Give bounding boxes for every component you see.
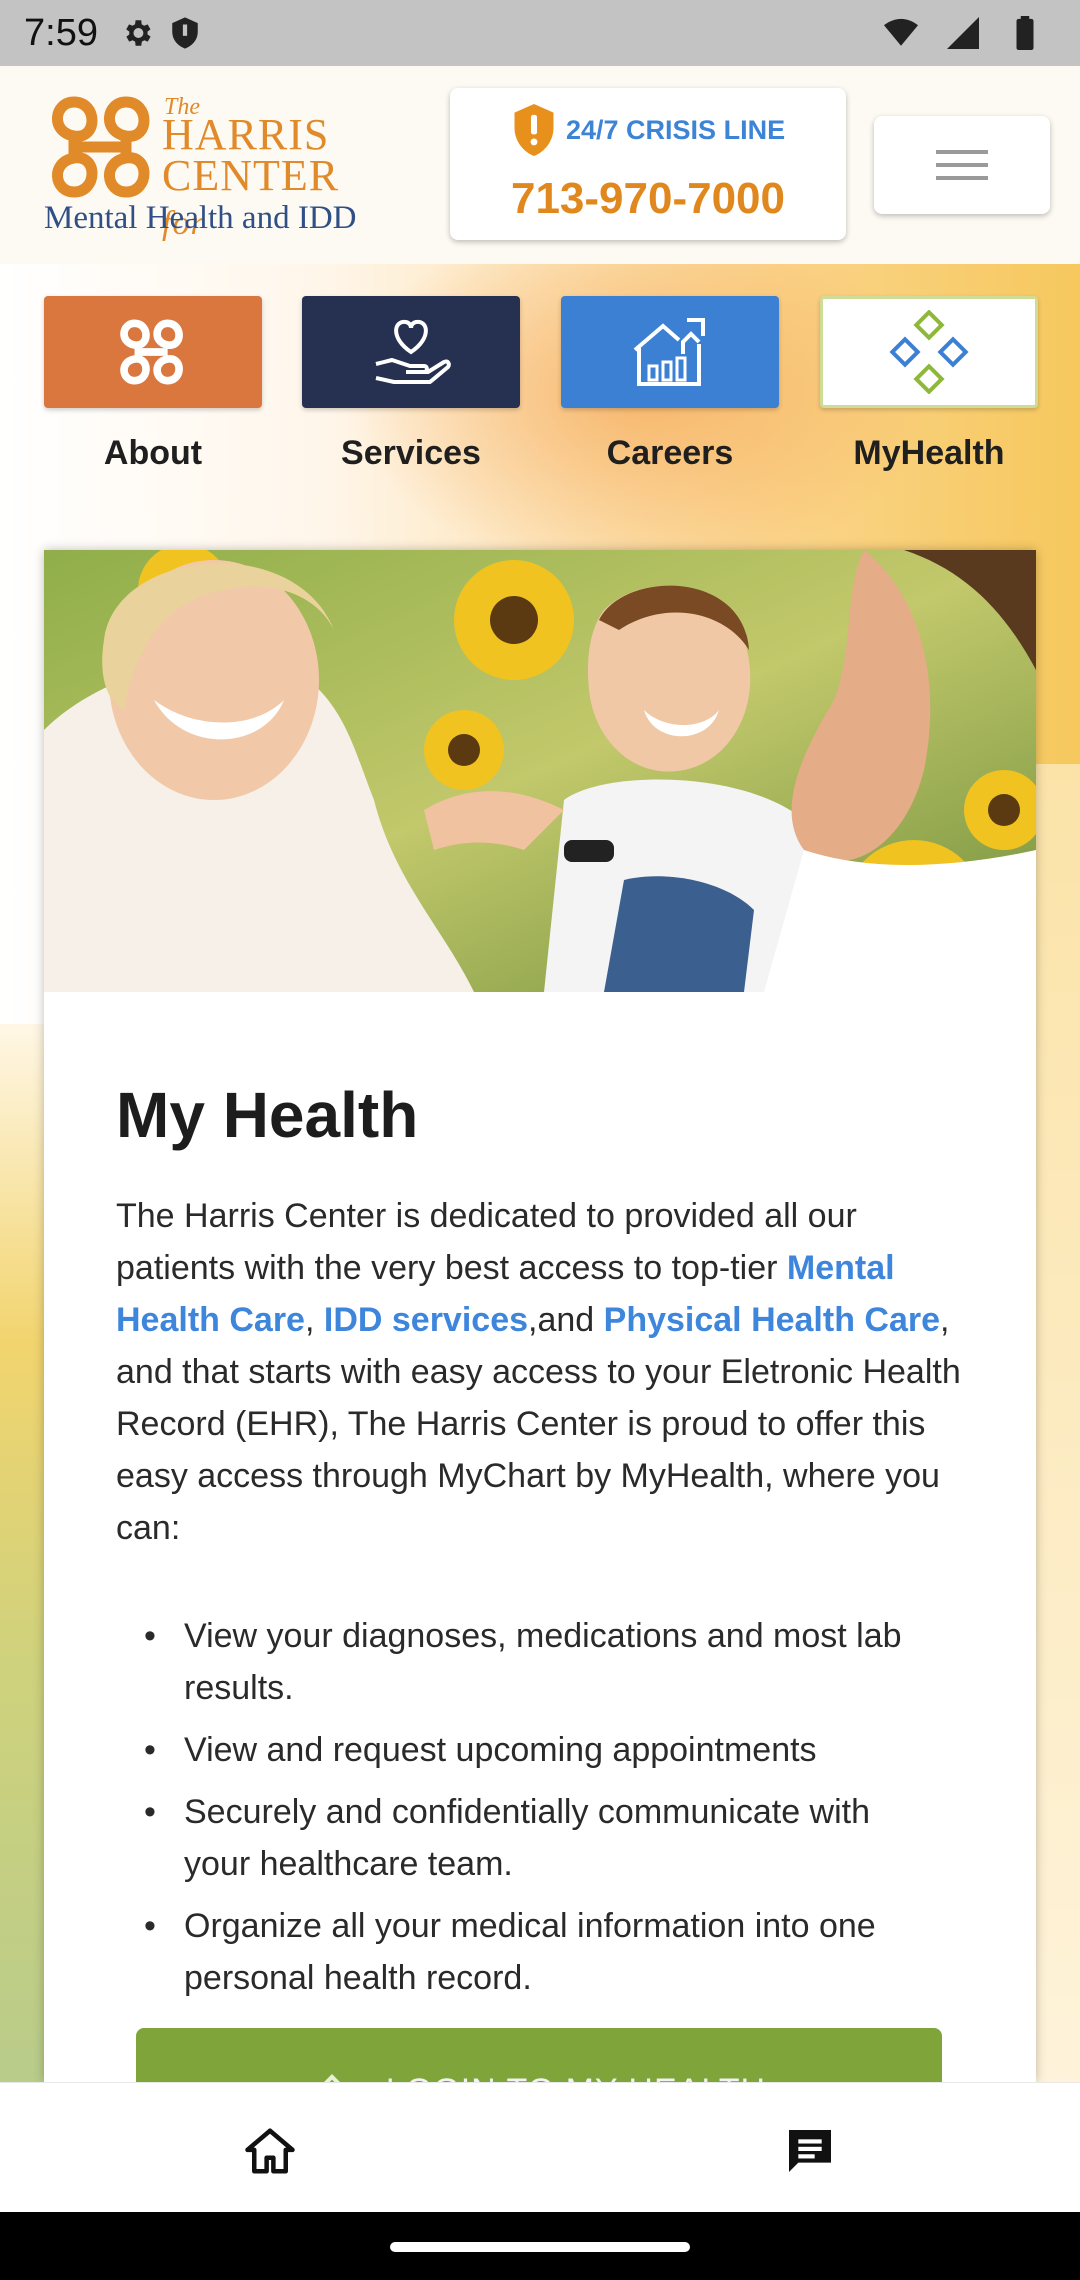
crisis-line-button[interactable]: 24/7 CRISIS LINE 713-970-7000 [450,88,846,240]
cell-signal-icon [946,16,980,50]
gesture-handle[interactable] [390,2242,690,2252]
diamond-login-icon [314,2074,349,2082]
intro-text-2: , [304,1301,324,1339]
features-list: View your diagnoses, medications and mos… [116,1610,916,2004]
hamburger-menu-icon [936,150,988,180]
list-item: View your diagnoses, medications and mos… [144,1610,916,1714]
login-button-label: LOGIN TO MY HEALTH [386,2072,766,2083]
myhealth-card: My Health The Harris Center is dedicated… [44,550,1036,2082]
logo-subtitle: Mental Health and IDD [44,200,357,236]
tile-about[interactable] [44,296,262,408]
tile-services-label[interactable]: Services [302,434,520,473]
login-my-health-button[interactable]: LOGIN TO MY HEALTH [136,2028,942,2082]
family-photo [44,550,1036,992]
intro-text-3: ,and [528,1301,604,1339]
intro-paragraph: The Harris Center is dedicated to provid… [116,1190,976,1554]
status-time: 7:59 [24,11,98,54]
quick-nav: About Services Careers MyHealth [0,296,1080,486]
harris-center-logo[interactable]: The HARRIS CENTER for Mental Health and … [44,92,384,242]
diamonds-icon [889,310,969,394]
list-item: Securely and confidentially communicate … [144,1786,916,1890]
idd-services-link[interactable]: IDD services [324,1301,528,1339]
tile-about-label[interactable]: About [44,434,262,473]
wifi-icon [884,16,918,50]
logo-center-text: CENTER [162,151,340,200]
tile-careers-label[interactable]: Careers [561,434,779,473]
battery-icon [1008,16,1042,50]
building-growth-icon [633,318,705,386]
menu-button[interactable] [874,116,1050,214]
shield-status-icon [168,16,202,50]
harris-logo-icon [120,319,183,385]
harris-logo-mark-icon [52,96,150,198]
settings-icon [120,16,154,50]
home-nav-button[interactable] [240,2121,300,2181]
card-body: My Health The Harris Center is dedicated… [116,1078,976,2014]
tile-careers[interactable] [561,296,779,408]
tile-myhealth[interactable] [820,296,1038,408]
home-icon [245,2128,295,2174]
heart-hand-icon [375,319,451,384]
family-photo-illustration [44,550,1036,992]
crisis-line-header: 24/7 CRISIS LINE [512,104,785,156]
chat-icon [789,2130,831,2172]
page-title: My Health [116,1079,419,1151]
crisis-line-label: 24/7 CRISIS LINE [566,114,786,145]
list-item: View and request upcoming appointments [144,1724,916,1776]
crisis-phone-number[interactable]: 713-970-7000 [450,174,846,224]
tile-services[interactable] [302,296,520,408]
status-bar: 7:59 [0,0,1080,66]
chat-nav-button[interactable] [780,2121,840,2181]
logo-harris-text: HARRIS [162,110,330,159]
shield-alert-icon [514,104,554,156]
site-header: The HARRIS CENTER for Mental Health and … [0,66,1080,264]
system-gesture-bar [0,2212,1080,2280]
background-right-strip [1030,764,1080,2082]
tile-myhealth-label[interactable]: MyHealth [820,434,1038,473]
list-item: Organize all your medical information in… [144,1900,916,2004]
physical-health-care-link[interactable]: Physical Health Care [604,1301,940,1339]
intro-text-1: The Harris Center is dedicated to provid… [116,1197,857,1287]
bottom-navigation [0,2082,1080,2212]
